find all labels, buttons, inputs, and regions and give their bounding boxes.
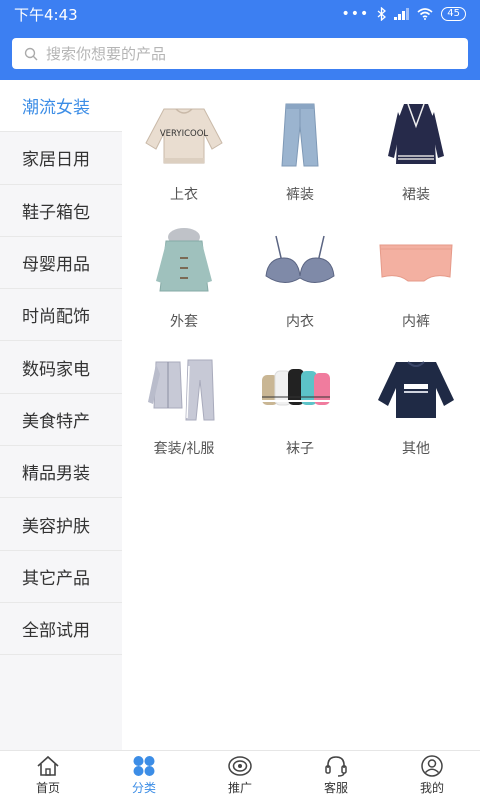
subcategory-label: 内衣 — [286, 314, 314, 330]
sidebar-item-beauty[interactable]: 美容护肤 — [0, 498, 122, 551]
wifi-icon — [417, 8, 433, 20]
tracksuit-image — [142, 352, 226, 426]
subcategory-dresses[interactable]: 裙装 — [358, 94, 474, 215]
tab-profile[interactable]: 我的 — [384, 751, 480, 800]
sidebar-item-men[interactable]: 精品男装 — [0, 446, 122, 499]
sidebar-item-home[interactable]: 家居日用 — [0, 132, 122, 185]
signal-icon — [394, 8, 410, 20]
sidebar-item-all-trial[interactable]: 全部试用 — [0, 603, 122, 656]
search-box[interactable] — [12, 38, 468, 69]
search-bar — [0, 28, 480, 80]
subcategory-label: 裙装 — [402, 187, 430, 203]
sweatshirt-image: VERYICOOL — [142, 98, 226, 172]
tab-home-label: 首页 — [35, 781, 60, 795]
subcategory-label: 袜子 — [286, 441, 314, 457]
subcategory-label: 套装/礼服 — [153, 441, 215, 457]
subcategory-label: 内裤 — [402, 314, 430, 330]
bra-image — [258, 225, 342, 299]
category-icon — [133, 756, 155, 776]
battery-icon: 45 — [441, 7, 466, 21]
sidebar-item-electronics[interactable]: 数码家电 — [0, 341, 122, 394]
tab-profile-label: 我的 — [419, 781, 444, 795]
jeans-image — [258, 98, 342, 172]
tab-promote-label: 推广 — [227, 781, 252, 795]
coat-image — [142, 225, 226, 299]
promote-icon — [228, 756, 252, 776]
search-input[interactable] — [46, 44, 456, 63]
home-icon — [37, 755, 59, 776]
status-icons: ••• 45 — [341, 6, 466, 22]
subcategory-tops[interactable]: VERYICOOL 上衣 — [126, 94, 242, 215]
sidebar-item-trendy-women[interactable]: 潮流女装 — [0, 80, 122, 133]
category-sidebar: 潮流女装 家居日用 鞋子箱包 母婴用品 时尚配饰 数码家电 美食特产 精品男装 … — [0, 80, 122, 750]
tab-promote[interactable]: 推广 — [192, 751, 288, 800]
socks-image — [258, 352, 342, 426]
sweatshirt-print: VERYICOOL — [160, 129, 209, 139]
sweater-image — [374, 352, 458, 426]
sidebar-item-shoes-bags[interactable]: 鞋子箱包 — [0, 185, 122, 237]
sidebar-item-accessories[interactable]: 时尚配饰 — [0, 289, 122, 342]
tab-service-label: 客服 — [323, 781, 348, 795]
status-time: 下午4:43 — [14, 5, 78, 24]
profile-icon — [421, 755, 443, 777]
subcategory-label: 上衣 — [170, 187, 198, 203]
tab-category[interactable]: 分类 — [96, 751, 192, 800]
search-icon — [24, 47, 38, 60]
sidebar-item-food[interactable]: 美食特产 — [0, 394, 122, 447]
status-bar: 下午4:43 ••• 45 — [0, 0, 480, 28]
bluetooth-icon — [377, 7, 387, 21]
subcategory-grid: VERYICOOL 上衣 裤装 裙装 外套 内衣 内裤 套装/礼服 袜子 其他 — [122, 80, 480, 469]
subcategory-label: 外套 — [170, 314, 198, 330]
bottom-tab-bar: 首页 分类 推广 客服 我的 — [0, 750, 480, 800]
tab-service[interactable]: 客服 — [288, 751, 384, 800]
subcategory-label: 裤装 — [286, 187, 314, 203]
subcategory-label: 其他 — [402, 441, 430, 457]
subcategory-underwear[interactable]: 内裤 — [358, 221, 474, 342]
more-dots-icon: ••• — [341, 6, 370, 22]
subcategory-lingerie[interactable]: 内衣 — [242, 221, 358, 342]
headset-icon — [325, 756, 347, 777]
tab-home[interactable]: 首页 — [0, 751, 96, 800]
tab-category-label: 分类 — [131, 781, 156, 795]
subcategory-others[interactable]: 其他 — [358, 348, 474, 469]
underwear-image — [374, 225, 458, 299]
subcategory-socks[interactable]: 袜子 — [242, 348, 358, 469]
sidebar-item-baby[interactable]: 母婴用品 — [0, 237, 122, 290]
cardigan-dress-image — [374, 98, 458, 172]
subcategory-outerwear[interactable]: 外套 — [126, 221, 242, 342]
subcategory-pants[interactable]: 裤装 — [242, 94, 358, 215]
subcategory-suits[interactable]: 套装/礼服 — [126, 348, 242, 469]
sidebar-item-other[interactable]: 其它产品 — [0, 551, 122, 603]
category-content: VERYICOOL 上衣 裤装 裙装 外套 内衣 内裤 套装/礼服 袜子 其他 — [122, 80, 480, 750]
